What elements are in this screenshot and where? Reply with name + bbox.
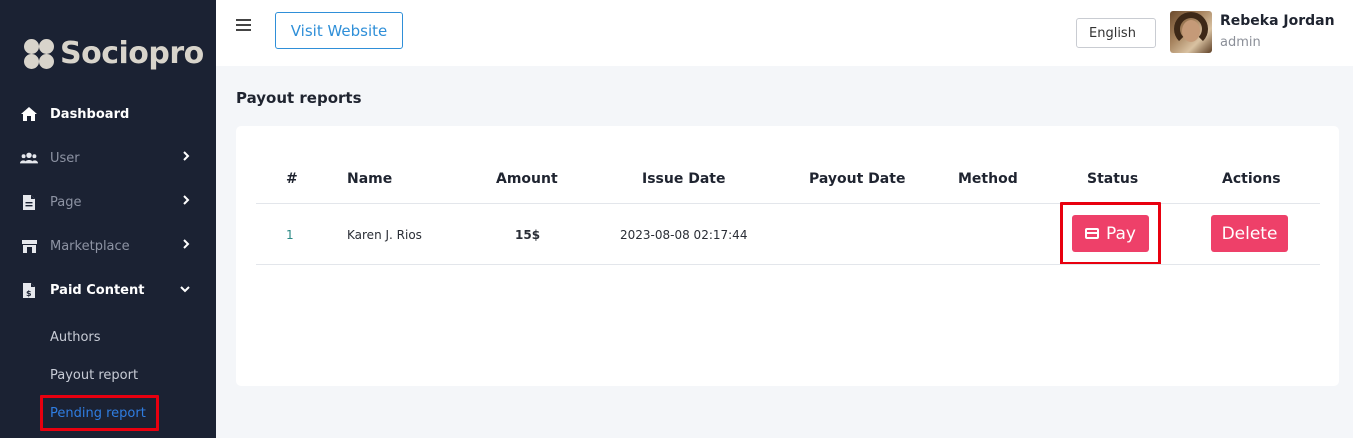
hamburger-menu-icon[interactable] [236, 19, 251, 31]
topbar: Visit Website English Rebeka Jordan admi… [216, 0, 1353, 66]
row-index: 1 [286, 228, 294, 242]
visit-website-button[interactable]: Visit Website [275, 12, 403, 49]
payout-table-card [236, 126, 1339, 386]
chevron-right-icon [182, 238, 190, 252]
chevron-right-icon [182, 150, 190, 164]
sidebar-item-label: Dashboard [50, 106, 130, 122]
page-title: Payout reports [236, 89, 362, 107]
column-header-method: Method [958, 171, 1018, 187]
avatar-face [1182, 20, 1200, 42]
sidebar-item-paid-content[interactable]: $ Paid Content [20, 276, 200, 304]
column-header-name: Name [347, 171, 393, 187]
delete-button[interactable]: Delete [1211, 215, 1288, 252]
chevron-down-icon [180, 282, 190, 296]
column-header-status: Status [1087, 171, 1139, 187]
paid-file-icon: $ [20, 281, 38, 299]
users-icon [20, 149, 38, 167]
highlight-box-pending-report [40, 395, 159, 431]
user-name: Rebeka Jordan [1220, 13, 1335, 29]
sidebar-item-label: User [50, 150, 80, 166]
column-header-actions: Actions [1222, 171, 1281, 187]
sidebar-item-page[interactable]: Page [20, 188, 200, 216]
row-issue-date: 2023-08-08 02:17:44 [620, 228, 748, 242]
sidebar-subitem-payout-report[interactable]: Payout report [50, 368, 138, 383]
sociopro-logo-icon [22, 37, 56, 71]
brand-name: Sociopro [60, 36, 204, 71]
sidebar-item-user[interactable]: User [20, 144, 200, 172]
file-icon [20, 193, 38, 211]
sidebar-item-marketplace[interactable]: Marketplace [20, 232, 200, 260]
row-name: Karen J. Rios [347, 228, 422, 242]
home-icon [20, 105, 38, 123]
sidebar-subitem-authors[interactable]: Authors [50, 330, 101, 345]
column-header-index: # [286, 171, 298, 187]
sidebar-item-dashboard[interactable]: Dashboard [20, 100, 200, 128]
avatar[interactable] [1170, 11, 1212, 53]
table-row-divider [256, 264, 1320, 265]
highlight-box-pay [1060, 202, 1161, 265]
user-role: admin [1220, 35, 1261, 50]
column-header-amount: Amount [496, 171, 558, 187]
column-header-payout-date: Payout Date [809, 171, 906, 187]
sidebar-item-label: Paid Content [50, 282, 145, 298]
language-select[interactable]: English [1076, 18, 1156, 48]
svg-text:$: $ [26, 289, 32, 298]
sidebar-item-label: Page [50, 194, 82, 210]
brand-logo[interactable]: Sociopro [22, 36, 204, 71]
store-icon [20, 237, 38, 255]
column-header-issue-date: Issue Date [642, 171, 726, 187]
sidebar-item-label: Marketplace [50, 238, 130, 254]
chevron-right-icon [182, 194, 190, 208]
row-amount: 15$ [515, 228, 541, 242]
sidebar: Sociopro Dashboard User Page Marketplace [0, 0, 216, 438]
